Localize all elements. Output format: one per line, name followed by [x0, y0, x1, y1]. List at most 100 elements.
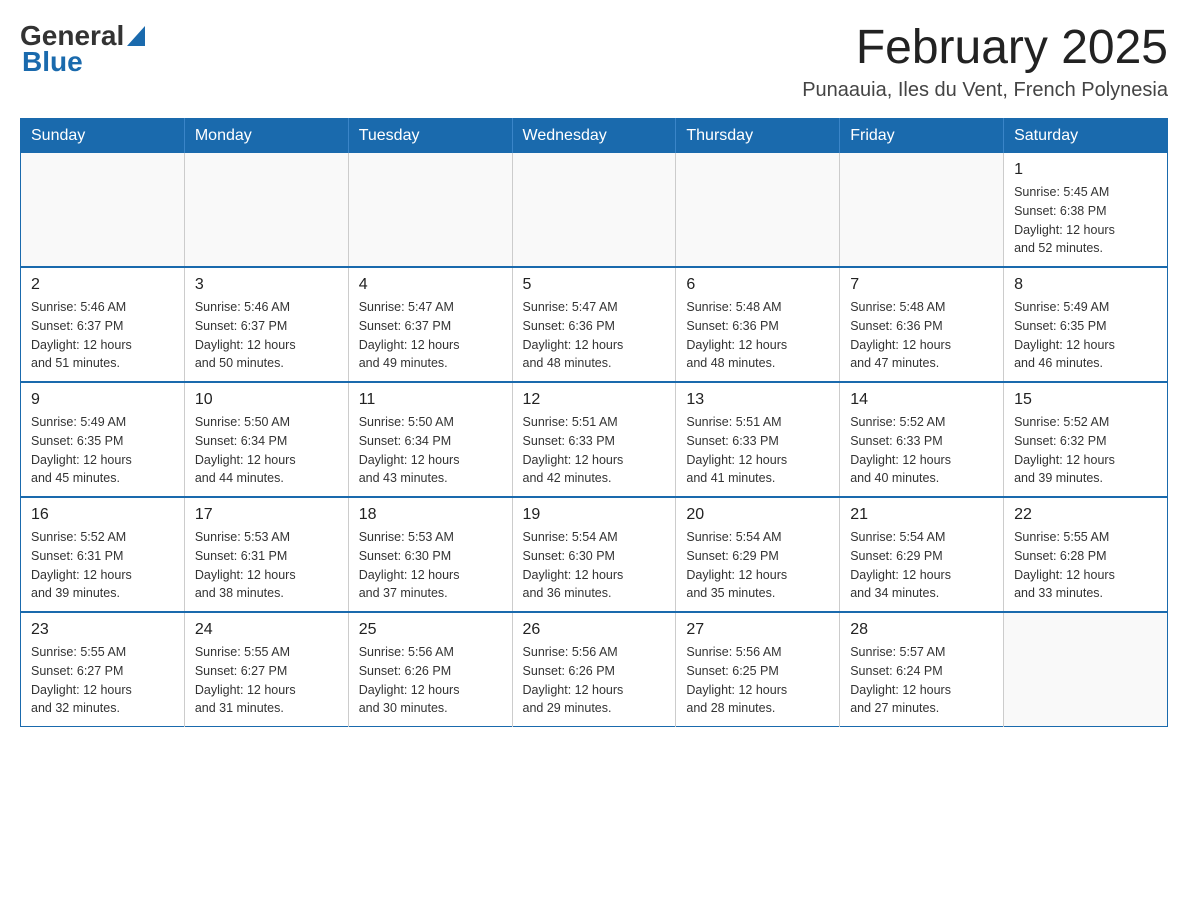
calendar-day-cell: 4 Sunrise: 5:47 AM Sunset: 6:37 PM Daylig…	[348, 267, 512, 382]
day-number: 6	[686, 276, 829, 294]
day-number: 8	[1014, 276, 1157, 294]
day-info: Sunrise: 5:52 AM Sunset: 6:32 PM Dayligh…	[1014, 413, 1157, 488]
day-number: 12	[523, 391, 666, 409]
day-info: Sunrise: 5:55 AM Sunset: 6:28 PM Dayligh…	[1014, 528, 1157, 603]
calendar-week-row: 2Sunrise: 5:46 AM Sunset: 6:37 PM Daylig…	[21, 267, 1168, 382]
day-info: Sunrise: 5:54 AM Sunset: 6:29 PM Dayligh…	[850, 528, 993, 603]
calendar-day-cell	[840, 153, 1004, 267]
calendar-day-cell: 16 Sunrise: 5:52 AM Sunset: 6:31 PM Dayli…	[21, 497, 185, 612]
location-subtitle: Punaauia, Iles du Vent, French Polynesia	[802, 79, 1168, 102]
day-number: 23	[31, 621, 174, 639]
calendar-day-cell: 25 Sunrise: 5:56 AM Sunset: 6:26 PM Dayli…	[348, 612, 512, 727]
day-number: 3	[195, 276, 338, 294]
calendar-day-cell: 12Sunrise: 5:51 AM Sunset: 6:33 PM Dayli…	[512, 382, 676, 497]
day-number: 18	[359, 506, 502, 524]
calendar-day-cell: 5 Sunrise: 5:47 AM Sunset: 6:36 PM Daylig…	[512, 267, 676, 382]
day-number: 5	[523, 276, 666, 294]
day-info: Sunrise: 5:54 AM Sunset: 6:29 PM Dayligh…	[686, 528, 829, 603]
day-number: 13	[686, 391, 829, 409]
day-info: Sunrise: 5:53 AM Sunset: 6:30 PM Dayligh…	[359, 528, 502, 603]
calendar-day-cell: 11 Sunrise: 5:50 AM Sunset: 6:34 PM Dayli…	[348, 382, 512, 497]
day-number: 16	[31, 506, 174, 524]
day-info: Sunrise: 5:56 AM Sunset: 6:26 PM Dayligh…	[523, 643, 666, 718]
day-number: 27	[686, 621, 829, 639]
day-info: Sunrise: 5:52 AM Sunset: 6:31 PM Dayligh…	[31, 528, 174, 603]
header: General Blue February 2025 Punaauia, Ile…	[20, 20, 1168, 102]
day-info: Sunrise: 5:50 AM Sunset: 6:34 PM Dayligh…	[195, 413, 338, 488]
calendar-day-cell: 22 Sunrise: 5:55 AM Sunset: 6:28 PM Dayli…	[1004, 497, 1168, 612]
day-number: 7	[850, 276, 993, 294]
calendar-day-cell: 27Sunrise: 5:56 AM Sunset: 6:25 PM Dayli…	[676, 612, 840, 727]
calendar-day-cell: 26 Sunrise: 5:56 AM Sunset: 6:26 PM Dayli…	[512, 612, 676, 727]
day-info: Sunrise: 5:48 AM Sunset: 6:36 PM Dayligh…	[686, 298, 829, 373]
calendar-day-header: Tuesday	[348, 119, 512, 154]
day-number: 22	[1014, 506, 1157, 524]
calendar-day-cell	[512, 153, 676, 267]
day-info: Sunrise: 5:51 AM Sunset: 6:33 PM Dayligh…	[686, 413, 829, 488]
calendar-day-cell	[348, 153, 512, 267]
calendar-day-cell: 20 Sunrise: 5:54 AM Sunset: 6:29 PM Dayli…	[676, 497, 840, 612]
calendar-day-header: Monday	[184, 119, 348, 154]
calendar-week-row: 1Sunrise: 5:45 AM Sunset: 6:38 PM Daylig…	[21, 153, 1168, 267]
day-number: 11	[359, 391, 502, 409]
calendar-week-row: 9 Sunrise: 5:49 AM Sunset: 6:35 PM Daylig…	[21, 382, 1168, 497]
calendar-day-header: Friday	[840, 119, 1004, 154]
calendar-day-cell: 28 Sunrise: 5:57 AM Sunset: 6:24 PM Dayli…	[840, 612, 1004, 727]
day-info: Sunrise: 5:53 AM Sunset: 6:31 PM Dayligh…	[195, 528, 338, 603]
day-number: 17	[195, 506, 338, 524]
title-area: February 2025 Punaauia, Iles du Vent, Fr…	[802, 20, 1168, 102]
calendar-table: SundayMondayTuesdayWednesdayThursdayFrid…	[20, 118, 1168, 727]
calendar-day-cell: 23 Sunrise: 5:55 AM Sunset: 6:27 PM Dayli…	[21, 612, 185, 727]
day-number: 9	[31, 391, 174, 409]
day-info: Sunrise: 5:48 AM Sunset: 6:36 PM Dayligh…	[850, 298, 993, 373]
calendar-day-cell: 21 Sunrise: 5:54 AM Sunset: 6:29 PM Dayli…	[840, 497, 1004, 612]
calendar-week-row: 23 Sunrise: 5:55 AM Sunset: 6:27 PM Dayli…	[21, 612, 1168, 727]
day-number: 19	[523, 506, 666, 524]
calendar-day-header: Saturday	[1004, 119, 1168, 154]
calendar-day-header: Sunday	[21, 119, 185, 154]
day-number: 1	[1014, 161, 1157, 179]
logo: General Blue	[20, 20, 145, 78]
calendar-day-cell: 9 Sunrise: 5:49 AM Sunset: 6:35 PM Daylig…	[21, 382, 185, 497]
calendar-day-header: Wednesday	[512, 119, 676, 154]
day-info: Sunrise: 5:54 AM Sunset: 6:30 PM Dayligh…	[523, 528, 666, 603]
calendar-day-cell: 18 Sunrise: 5:53 AM Sunset: 6:30 PM Dayli…	[348, 497, 512, 612]
day-number: 21	[850, 506, 993, 524]
calendar-header-row: SundayMondayTuesdayWednesdayThursdayFrid…	[21, 119, 1168, 154]
day-info: Sunrise: 5:52 AM Sunset: 6:33 PM Dayligh…	[850, 413, 993, 488]
day-number: 25	[359, 621, 502, 639]
calendar-day-cell: 14 Sunrise: 5:52 AM Sunset: 6:33 PM Dayli…	[840, 382, 1004, 497]
calendar-day-cell	[676, 153, 840, 267]
day-number: 2	[31, 276, 174, 294]
calendar-week-row: 16 Sunrise: 5:52 AM Sunset: 6:31 PM Dayli…	[21, 497, 1168, 612]
calendar-day-cell	[184, 153, 348, 267]
calendar-day-cell: 19 Sunrise: 5:54 AM Sunset: 6:30 PM Dayli…	[512, 497, 676, 612]
day-number: 28	[850, 621, 993, 639]
calendar-day-cell	[1004, 612, 1168, 727]
day-number: 4	[359, 276, 502, 294]
logo-blue-text: Blue	[20, 46, 83, 78]
calendar-day-cell: 17 Sunrise: 5:53 AM Sunset: 6:31 PM Dayli…	[184, 497, 348, 612]
day-number: 14	[850, 391, 993, 409]
calendar-day-cell: 24 Sunrise: 5:55 AM Sunset: 6:27 PM Dayli…	[184, 612, 348, 727]
day-number: 26	[523, 621, 666, 639]
calendar-day-cell: 8Sunrise: 5:49 AM Sunset: 6:35 PM Daylig…	[1004, 267, 1168, 382]
logo-triangle-icon	[127, 26, 145, 51]
day-info: Sunrise: 5:49 AM Sunset: 6:35 PM Dayligh…	[31, 413, 174, 488]
calendar-day-cell: 10Sunrise: 5:50 AM Sunset: 6:34 PM Dayli…	[184, 382, 348, 497]
day-info: Sunrise: 5:55 AM Sunset: 6:27 PM Dayligh…	[195, 643, 338, 718]
calendar-day-cell: 7 Sunrise: 5:48 AM Sunset: 6:36 PM Daylig…	[840, 267, 1004, 382]
day-info: Sunrise: 5:55 AM Sunset: 6:27 PM Dayligh…	[31, 643, 174, 718]
day-info: Sunrise: 5:47 AM Sunset: 6:36 PM Dayligh…	[523, 298, 666, 373]
calendar-day-cell: 15 Sunrise: 5:52 AM Sunset: 6:32 PM Dayli…	[1004, 382, 1168, 497]
calendar-day-cell	[21, 153, 185, 267]
month-title: February 2025	[802, 20, 1168, 75]
day-number: 24	[195, 621, 338, 639]
day-info: Sunrise: 5:47 AM Sunset: 6:37 PM Dayligh…	[359, 298, 502, 373]
calendar-day-header: Thursday	[676, 119, 840, 154]
day-info: Sunrise: 5:50 AM Sunset: 6:34 PM Dayligh…	[359, 413, 502, 488]
day-number: 15	[1014, 391, 1157, 409]
day-info: Sunrise: 5:57 AM Sunset: 6:24 PM Dayligh…	[850, 643, 993, 718]
day-number: 20	[686, 506, 829, 524]
day-info: Sunrise: 5:56 AM Sunset: 6:26 PM Dayligh…	[359, 643, 502, 718]
